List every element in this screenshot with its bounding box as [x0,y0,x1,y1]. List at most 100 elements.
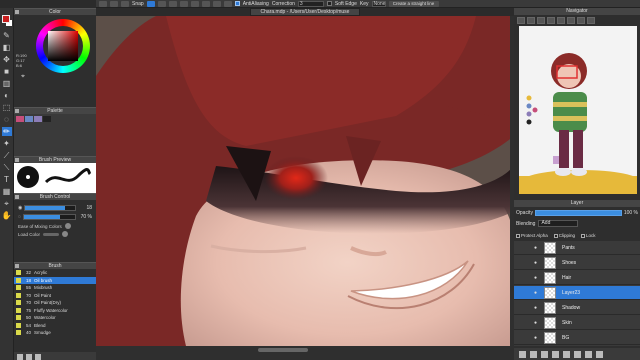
pen-tool-icon[interactable]: ✏ [1,127,12,136]
protect-alpha-checkbox[interactable]: Protect Alpha [516,233,548,238]
lasso-tool-icon[interactable]: ◌ [2,115,12,124]
brush-list-item[interactable]: 70 Oil Paint [14,292,96,300]
delete-layer-icon[interactable] [596,350,603,358]
layer-row[interactable]: ● Hair [514,271,640,285]
brush-tool-icon[interactable]: ✎ [2,31,12,40]
rotate-right-icon[interactable] [567,16,575,24]
visibility-eye-icon[interactable]: ● [534,245,540,251]
snap-curve-button[interactable] [212,0,221,7]
brush-list-item[interactable]: 50 Watercolor [14,314,96,322]
visibility-eye-icon[interactable]: ● [534,335,540,341]
file-tab[interactable]: Chara.mdp - /Users/User/Desktop/muse [250,8,360,16]
key-select[interactable]: None [371,0,386,7]
zoom-in-icon[interactable] [517,16,525,24]
bucket-tool-icon[interactable]: ◐ [2,91,12,100]
visibility-eye-icon[interactable]: ● [534,290,540,296]
foreground-color-swatch[interactable] [1,15,10,23]
new-halftone-layer-icon[interactable] [530,350,537,358]
layer-opacity-slider[interactable] [534,209,622,216]
blending-select[interactable]: Add [538,220,579,227]
layer-row[interactable]: ● Shoes [514,256,640,270]
palette-swatch[interactable] [43,116,51,122]
layer-row[interactable]: ● Pants [514,241,640,255]
color-swatches[interactable] [0,10,14,28]
palette-swatch[interactable] [16,116,24,122]
load-color-knob[interactable] [62,231,69,237]
saturation-value-square[interactable] [48,31,78,61]
load-color-slider[interactable] [43,232,60,236]
text-tool-icon[interactable]: T [2,175,12,184]
select-pen-icon[interactable]: ⟋ [2,151,12,160]
layer-row[interactable]: ● Shadow [514,301,640,315]
snap-parallel-button[interactable] [157,0,166,7]
undo-button[interactable] [99,0,107,7]
snap-vanish-button[interactable] [179,0,188,7]
ease-mixing-knob[interactable] [64,223,71,229]
hand-tool-icon[interactable]: ✋ [2,211,12,220]
correction-select[interactable]: 3 [297,0,324,7]
visibility-eye-icon[interactable]: ● [534,320,540,326]
reset-view-icon[interactable] [587,16,595,24]
brush-opacity-slider[interactable] [22,214,76,220]
brush-list-item[interactable]: 70 Oil Paint(Dry) [14,299,96,307]
antialias-checkbox[interactable] [234,1,240,6]
select-eraser-icon[interactable]: ⟍ [2,163,12,172]
rotate-left-icon[interactable] [557,16,565,24]
snap-label: Snap [132,0,144,7]
layer-thumbnail [544,286,556,299]
visibility-eye-icon[interactable]: ● [534,305,540,311]
merge-down-icon[interactable] [563,350,570,358]
lock-label: Lock [586,233,596,238]
brush-list-item[interactable]: 32 Acrylic [14,269,96,277]
snap-off-button[interactable] [146,0,155,7]
select-tool-icon[interactable]: ⬚ [2,103,12,112]
new-layer-icon[interactable] [519,350,526,358]
snap-settings-button[interactable] [223,0,232,7]
gradient-tool-icon[interactable]: ▥ [2,79,12,88]
snap-circle-button[interactable] [201,0,210,7]
snap-radial-button[interactable] [190,0,199,7]
visibility-eye-icon[interactable]: ● [534,275,540,281]
brush-list-item[interactable]: 54 Blend [14,322,96,330]
actual-size-icon[interactable] [547,16,555,24]
delete-brush-icon[interactable] [35,353,41,360]
eyedropper-tool-icon[interactable]: ⌖ [2,199,12,208]
brush-list-item[interactable]: 55 Mixbrush [14,284,96,292]
duplicate-layer-icon[interactable] [541,350,548,358]
protect-alpha-label: Protect Alpha [521,233,548,238]
layer-row[interactable]: ● BG [514,331,640,345]
layer-settings-icon[interactable] [585,350,592,358]
divide-tool-icon[interactable]: ▦ [2,187,12,196]
snap-crisscross-button[interactable] [168,0,177,7]
flip-view-icon[interactable] [577,16,585,24]
soft-edge-checkbox[interactable] [326,1,332,6]
fit-view-icon[interactable] [537,16,545,24]
lock-checkbox[interactable]: Lock [581,233,596,238]
redo-button[interactable] [110,0,118,7]
clipping-checkbox[interactable]: Clipping [553,233,575,238]
drawing-canvas[interactable] [96,16,514,346]
clear-layer-icon[interactable] [574,350,581,358]
move-tool-icon[interactable]: ✥ [2,55,12,64]
layer-row[interactable]: ● Layer23 [514,286,640,300]
palette-swatch[interactable] [25,116,33,122]
brush-list-item[interactable]: 75 Fluffy Watercolor [14,307,96,315]
color-picker-icon[interactable]: ⌖ [21,73,25,81]
straight-line-button[interactable]: Create a straight line [388,0,439,7]
fill-tool-icon[interactable]: ■ [2,67,12,76]
canvas-horizontal-scrollbar[interactable] [258,348,308,352]
magic-wand-icon[interactable]: ✦ [2,139,12,148]
layer-row[interactable]: ● Skin [514,316,640,330]
add-brush-icon[interactable] [17,353,23,360]
palette-swatch[interactable] [34,116,42,122]
brush-list-item[interactable]: 18 Oil brush [14,276,96,284]
brush-settings-icon[interactable] [26,353,32,360]
eraser-tool-icon[interactable]: ◧ [2,43,12,52]
transform-button[interactable] [121,0,129,7]
navigator-preview[interactable] [519,26,637,194]
visibility-eye-icon[interactable]: ● [534,260,540,266]
new-folder-icon[interactable] [552,350,559,358]
zoom-out-icon[interactable] [527,16,535,24]
brush-list-item[interactable]: 40 Smudge [14,329,96,337]
brush-size-slider[interactable] [24,205,76,211]
